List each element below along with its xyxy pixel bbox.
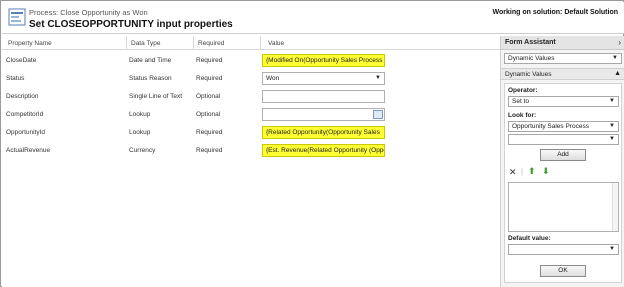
chevron-down-icon: ▼ [609,123,615,129]
process-step-icon [8,8,26,26]
properties-grid: Property Name Data Type Required Value C… [2,36,500,287]
col-header-required[interactable]: Required [198,40,224,47]
chevron-down-icon: ▼ [609,246,615,252]
ok-button[interactable]: OK [540,265,586,277]
property-name: ActualRevenue [6,147,51,154]
competitorid-lookup-field[interactable] [262,108,385,121]
required-status: Optional [196,93,221,100]
data-type: Single Line of Text [129,93,182,100]
table-row: Status Status Reason Required Won ▼ [2,69,500,87]
required-status: Optional [196,111,221,118]
operator-label: Operator: [508,87,538,94]
opportunityid-value-field[interactable]: {Related Opportunity(Opportunity Sales [262,126,385,139]
delete-x-icon[interactable]: ✕ [509,168,517,177]
data-type: Lookup [129,111,151,118]
look-for-label: Look for: [508,112,537,119]
data-type: Status Reason [129,75,172,82]
required-status: Required [196,147,223,154]
lookup-icon[interactable] [373,110,383,119]
toolbar-divider: | [521,167,524,176]
dynamic-values-select[interactable]: Dynamic Values ▼ [504,53,622,64]
property-name: CompetitorId [6,111,44,118]
look-for-attribute-select[interactable]: ▼ [508,134,619,145]
chevron-down-icon: ▼ [609,136,615,142]
required-status: Required [196,129,223,136]
caret-up-icon[interactable]: ▲ [614,70,621,77]
col-header-value[interactable]: Value [268,40,284,47]
chevron-down-icon: ▼ [612,55,618,61]
property-name: Description [6,93,39,100]
table-row: OpportunityId Lookup Required {Related O… [2,123,500,141]
data-type: Date and Time [129,57,172,64]
form-assistant-title: Form Assistant [505,39,556,46]
form-assistant-header: Form Assistant › [501,36,624,50]
col-header-property-name[interactable]: Property Name [8,40,52,47]
add-button[interactable]: Add [540,149,586,161]
table-row: CompetitorId Lookup Optional [2,105,500,123]
dynamic-values-select-value: Dynamic Values [508,55,555,62]
arrow-down-icon[interactable]: ⬇ [542,167,550,176]
col-separator [193,36,194,50]
col-separator [126,36,127,50]
dialog-header: Process: Close Opportunity as Won Set CL… [2,2,624,34]
default-value-select[interactable]: ▼ [508,244,619,255]
actualrevenue-value-field[interactable]: {Est. Revenue(Related Opportunity (Oppo [262,144,385,157]
dynamic-values-listbox[interactable] [508,182,619,232]
property-name: OpportunityId [6,129,46,136]
look-for-entity-value: Opportunity Sales Process [512,123,589,130]
col-separator [260,36,261,50]
solution-label: Working on solution: Default Solution [492,9,618,16]
look-for-entity-select[interactable]: Opportunity Sales Process ▼ [508,121,619,132]
data-type: Currency [129,147,156,154]
process-label: Process: Close Opportunity as Won [29,8,148,17]
form-assistant-panel: Form Assistant › Dynamic Values ▼ Dynami… [500,36,624,287]
arrow-up-icon[interactable]: ⬆ [528,167,536,176]
dynamic-values-body: Operator: Set to ▼ Look for: Opportunity… [504,83,622,283]
dynamic-values-section-header[interactable]: Dynamic Values ▲ [501,68,624,80]
grid-header: Property Name Data Type Required Value [2,36,500,50]
property-name: CloseDate [6,57,37,64]
description-input[interactable] [262,90,385,103]
property-name: Status [6,75,25,82]
dialog-frame: Process: Close Opportunity as Won Set CL… [0,0,624,287]
page-title: Set CLOSEOPPORTUNITY input properties [29,19,233,30]
table-row: Description Single Line of Text Optional [2,87,500,105]
status-select[interactable]: Won ▼ [262,72,385,85]
table-row: CloseDate Date and Time Required {Modifi… [2,51,500,69]
required-status: Required [196,57,223,64]
closedate-value-field[interactable]: {Modified On(Opportunity Sales Process [262,54,385,67]
operator-select[interactable]: Set to ▼ [508,96,619,107]
chevron-down-icon: ▼ [375,75,381,81]
chevron-down-icon: ▼ [609,98,615,104]
col-header-data-type[interactable]: Data Type [131,40,161,47]
required-status: Required [196,75,223,82]
status-select-value: Won [266,75,280,82]
operator-select-value: Set to [512,98,529,105]
listbox-scrollbar[interactable] [612,183,618,231]
table-row: ActualRevenue Currency Required {Est. Re… [2,141,500,159]
data-type: Lookup [129,129,151,136]
dynamic-values-label: Dynamic Values [505,71,552,78]
chevron-right-icon[interactable]: › [618,38,621,47]
default-value-label: Default value: [508,235,551,242]
